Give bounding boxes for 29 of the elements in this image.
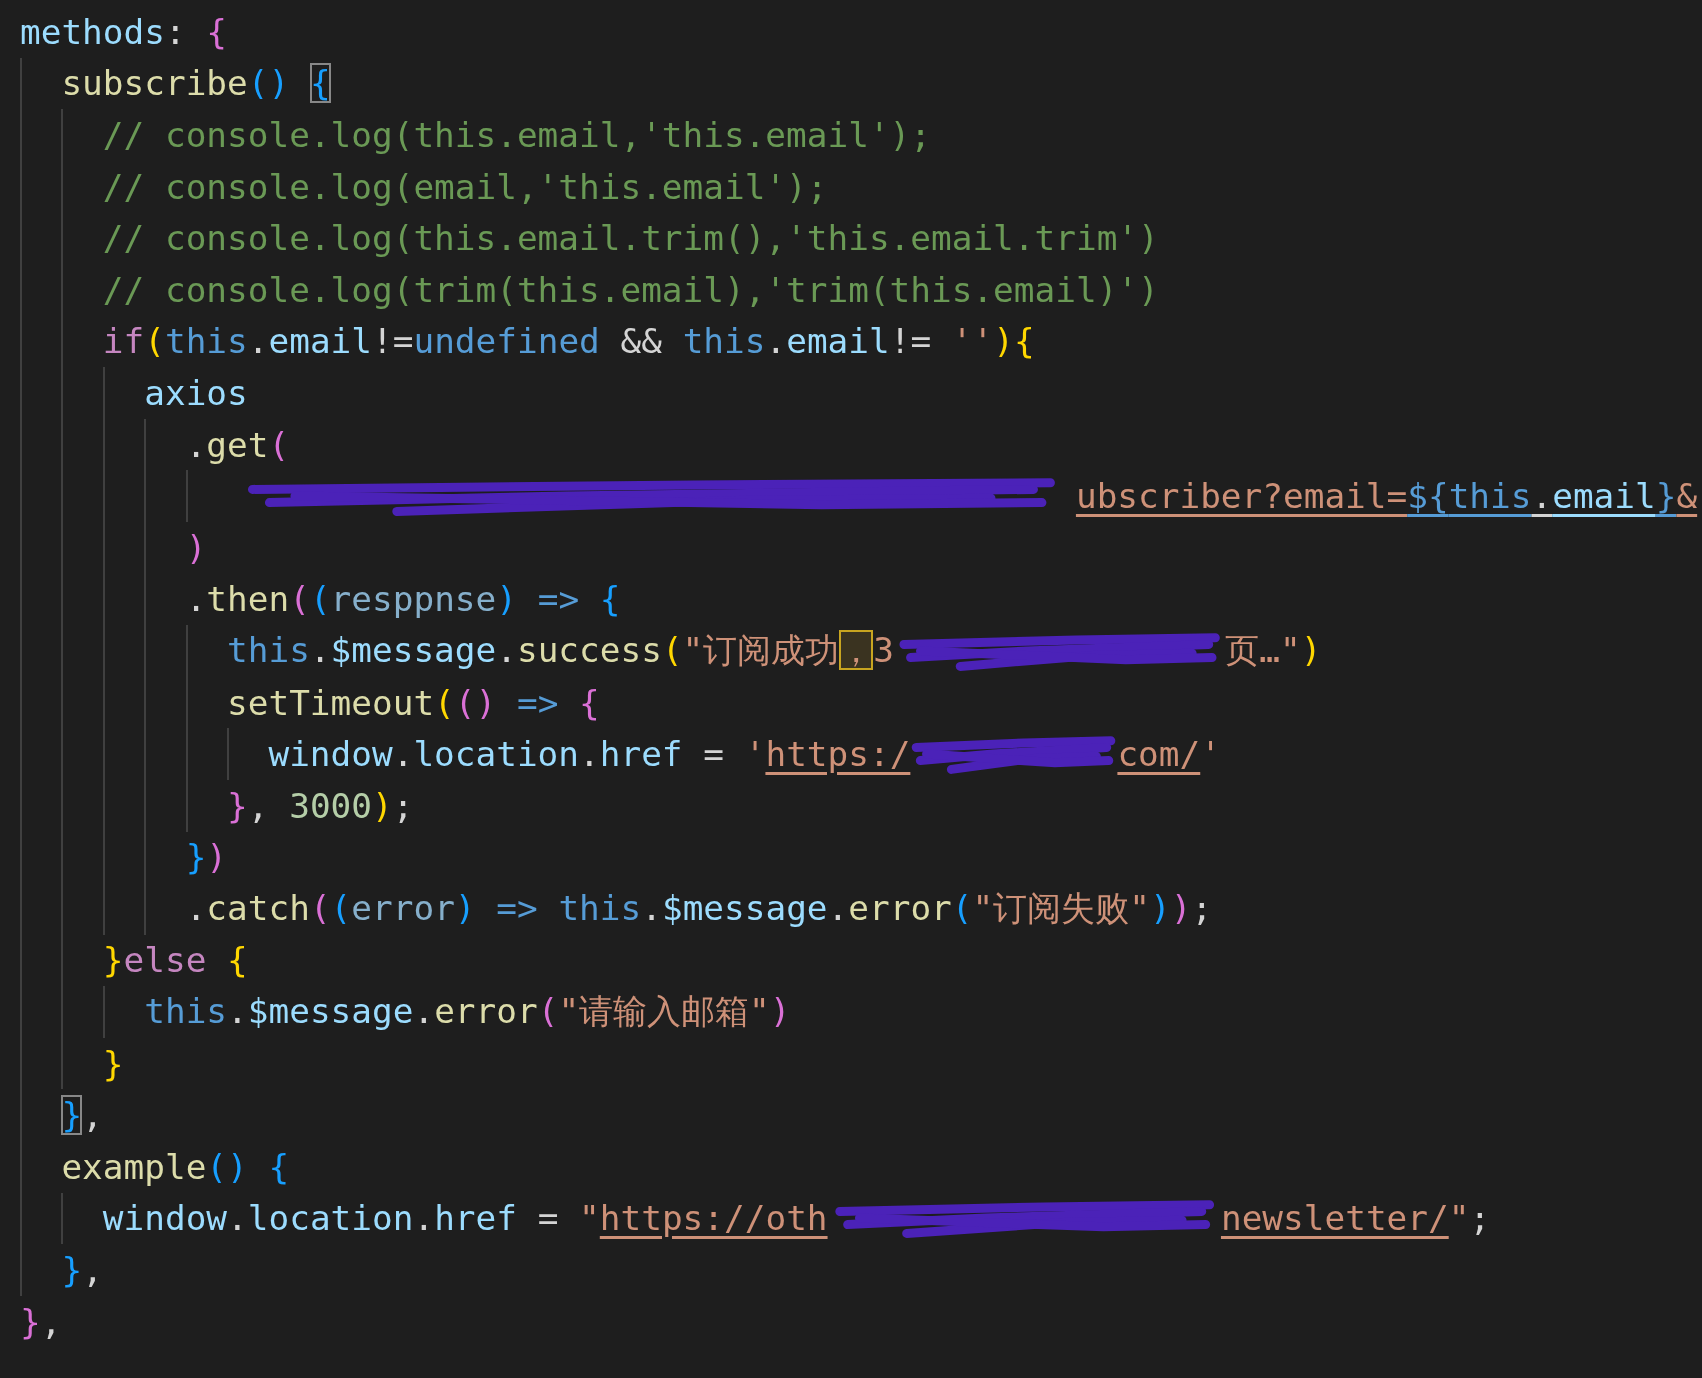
code-text: window.location.href = 'https:/ xyxy=(268,734,911,775)
code-text: .get( xyxy=(185,424,290,465)
code-text: } xyxy=(102,1043,124,1084)
code-text: if(this.email!=undefined && this.email!= ''){ xyxy=(102,321,1035,362)
code-text: // console.log(this.email,'this.email'); xyxy=(102,115,931,155)
code-text: example() { xyxy=(61,1146,290,1187)
code-text: // console.log(this.email.trim(),'this.email.trim') xyxy=(102,218,1159,259)
code-text: .then((resppnse) => { xyxy=(185,579,621,620)
code-text: // console.log(trim(this.email),'trim(this.email)') xyxy=(102,269,1159,310)
code-text: }, 3000); xyxy=(227,785,414,826)
code-text: ) xyxy=(185,527,207,568)
code-text: com/' xyxy=(1117,734,1221,775)
code-text: methods: { xyxy=(20,11,228,52)
code-text: subscribe() { xyxy=(61,63,331,104)
code-text: axios xyxy=(144,372,248,413)
code-text: window.location.href = "https://oth xyxy=(102,1198,828,1239)
code-text: this.$message.success("订阅成功，3 xyxy=(227,628,895,672)
code-text: }else { xyxy=(102,940,248,981)
code-text: // console.log(email,'this.email'); xyxy=(102,166,828,207)
code-text: }, xyxy=(61,1250,103,1291)
code-text: setTimeout(() => { xyxy=(227,682,600,723)
code-text: }, xyxy=(61,1095,103,1136)
code-text: newsletter/"; xyxy=(1220,1198,1491,1239)
code-text: .catch((error) => this.$message.error("订阅失败")); xyxy=(185,886,1213,930)
code-text: this.$message.error("请输入邮箱") xyxy=(144,990,791,1034)
code-text: }, xyxy=(20,1301,62,1342)
code-text: }) xyxy=(185,837,228,878)
code-text: 页…") xyxy=(1225,628,1322,672)
code-text: ubscriber?email=${this.email}& xyxy=(1075,476,1698,517)
